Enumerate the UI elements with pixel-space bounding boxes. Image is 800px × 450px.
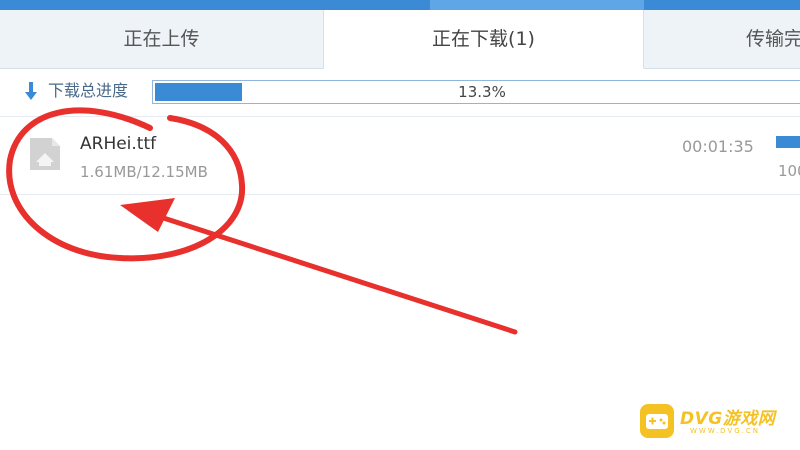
tab-uploading[interactable]: 正在上传	[0, 10, 324, 68]
download-speed: 100	[778, 162, 800, 180]
row-progress-bar	[776, 136, 800, 148]
tab-downloading[interactable]: 正在下载(1)	[324, 10, 644, 69]
overall-progress-row: 下载总进度 13.3%	[0, 68, 800, 117]
download-row[interactable]: ARHei.ttf 1.61MB/12.15MB 00:01:35 100	[0, 118, 800, 195]
top-bar-highlight	[430, 0, 644, 10]
overall-progress-bar: 13.3%	[152, 80, 800, 104]
tab-completed[interactable]: 传输完	[644, 10, 800, 68]
annotation-arrowhead	[120, 198, 175, 232]
time-remaining: 00:01:35	[682, 137, 754, 156]
file-icon	[28, 136, 62, 172]
row-progress-fill	[776, 136, 800, 148]
window-top-bar	[0, 0, 800, 10]
watermark-url: WWW.DVG.CN	[690, 427, 761, 435]
site-watermark: DVG游戏网 WWW.DVG.CN	[640, 404, 786, 438]
file-size-progress: 1.61MB/12.15MB	[80, 163, 208, 181]
overall-progress-label: 下载总进度	[48, 81, 129, 100]
overall-progress-percent: 13.3%	[458, 83, 506, 101]
gamepad-logo-icon	[640, 404, 674, 438]
annotation-arrow-shaft	[142, 209, 518, 335]
watermark-title: DVG游戏网	[680, 409, 776, 429]
download-arrow-icon	[24, 81, 38, 101]
file-name: ARHei.ttf	[80, 134, 157, 154]
transfer-tabs: 正在上传 正在下载(1) 传输完	[0, 10, 800, 69]
